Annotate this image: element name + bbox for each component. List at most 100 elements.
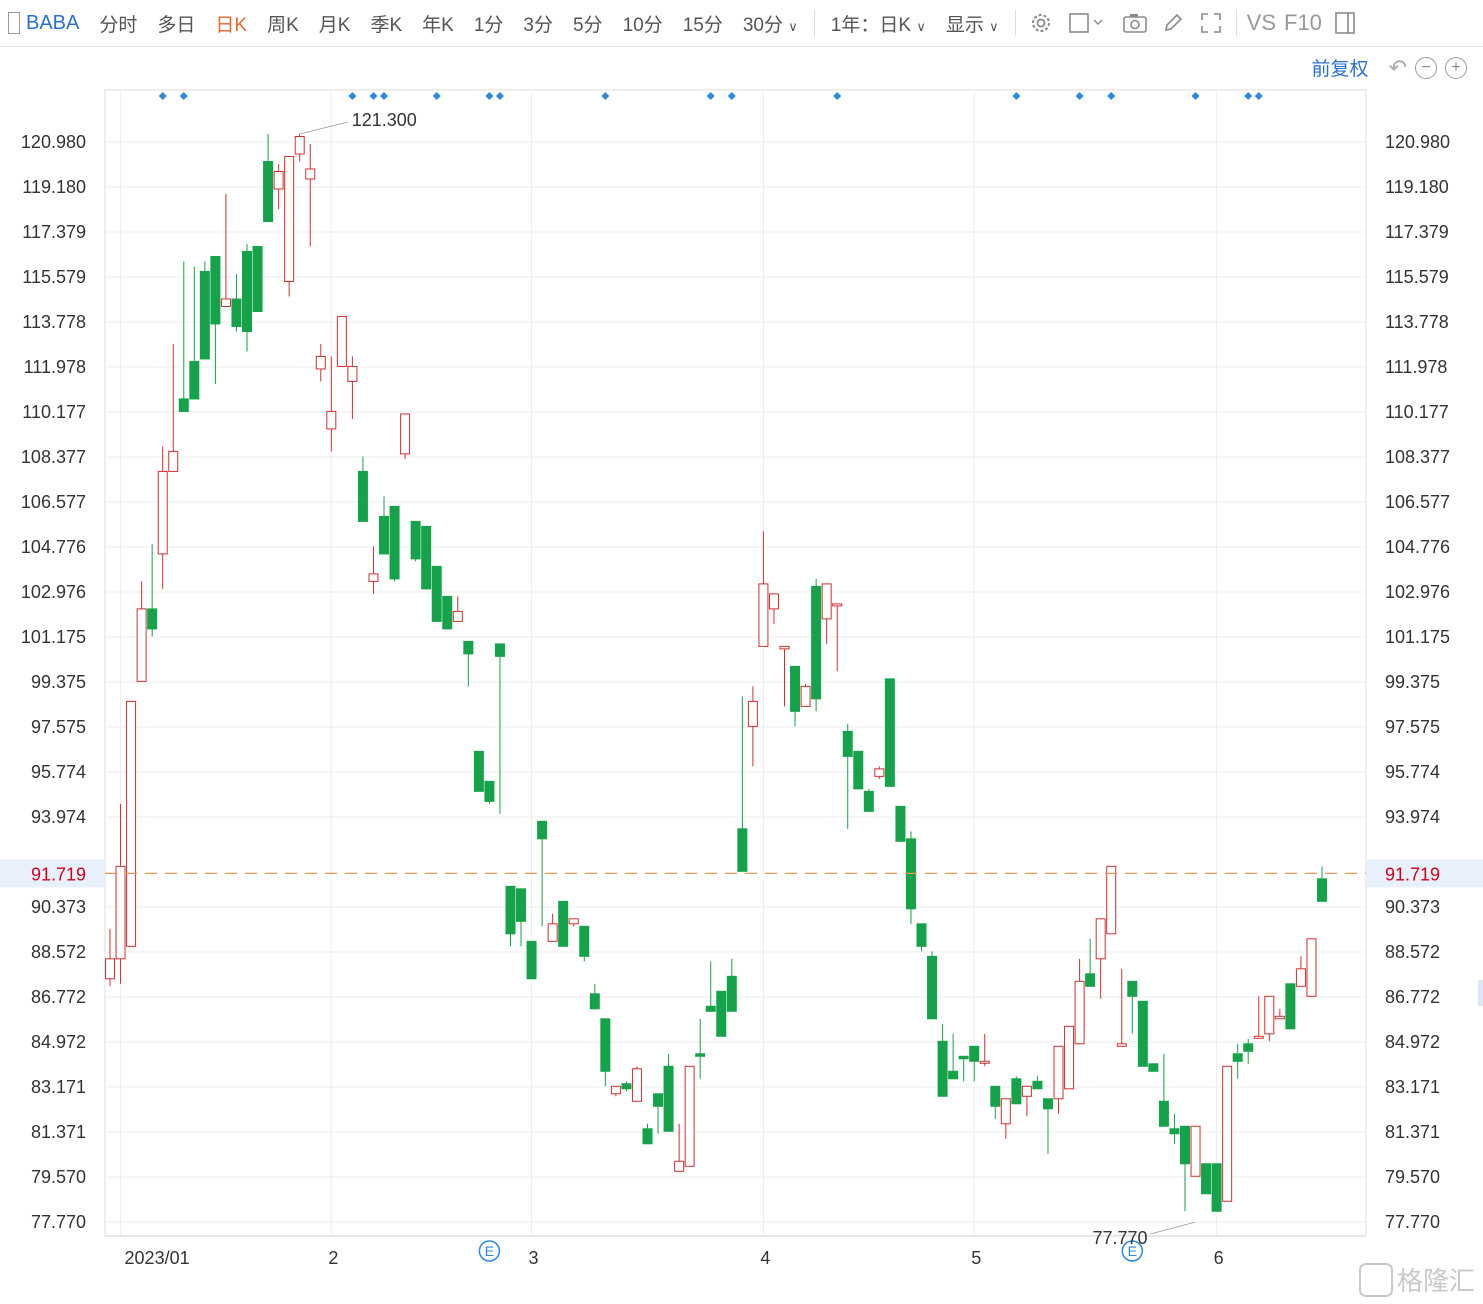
candle-body[interactable] xyxy=(411,521,420,558)
candle-body[interactable] xyxy=(632,1069,641,1101)
candle-body[interactable] xyxy=(106,959,115,979)
candle-body[interactable] xyxy=(1265,996,1274,1033)
candle-body[interactable] xyxy=(253,246,262,311)
event-marker-icon[interactable] xyxy=(348,92,356,100)
tab-12[interactable]: 15分 xyxy=(673,10,733,37)
candle-body[interactable] xyxy=(285,156,294,281)
candle-body[interactable] xyxy=(706,1006,715,1011)
candle-body[interactable] xyxy=(200,271,209,358)
candle-body[interactable] xyxy=(506,886,515,933)
candle-body[interactable] xyxy=(1212,1164,1221,1211)
candle-body[interactable] xyxy=(1065,1026,1074,1088)
candle-body[interactable] xyxy=(1244,1044,1253,1051)
candle-body[interactable] xyxy=(401,414,410,454)
candle-body[interactable] xyxy=(211,256,220,323)
event-marker-icon[interactable] xyxy=(496,92,504,100)
candle-body[interactable] xyxy=(843,731,852,756)
candle-body[interactable] xyxy=(1022,1086,1031,1096)
tab-8[interactable]: 1分 xyxy=(464,10,514,37)
candle-body[interactable] xyxy=(485,781,494,801)
candle-body[interactable] xyxy=(1307,939,1316,996)
event-marker-icon[interactable] xyxy=(369,92,377,100)
candle-body[interactable] xyxy=(1149,1064,1158,1071)
candle-body[interactable] xyxy=(1075,981,1084,1043)
candle-body[interactable] xyxy=(580,926,589,956)
candle-body[interactable] xyxy=(991,1086,1000,1106)
candle-body[interactable] xyxy=(158,471,167,553)
candle-body[interactable] xyxy=(221,299,230,306)
candle-body[interactable] xyxy=(643,1129,652,1144)
event-marker-icon[interactable] xyxy=(728,92,736,100)
candle-body[interactable] xyxy=(548,924,557,941)
event-marker-icon[interactable] xyxy=(1255,92,1263,100)
tab-5[interactable]: 月K xyxy=(309,10,361,37)
candle-body[interactable] xyxy=(833,604,842,606)
pencil-icon[interactable] xyxy=(1160,10,1186,36)
candle-body[interactable] xyxy=(243,251,252,331)
candle-body[interactable] xyxy=(938,1041,947,1096)
candle-body[interactable] xyxy=(316,356,325,368)
candle-body[interactable] xyxy=(1318,879,1327,901)
candle-body[interactable] xyxy=(517,889,526,921)
event-marker-icon[interactable] xyxy=(485,92,493,100)
candle-body[interactable] xyxy=(1286,984,1295,1029)
side-panel-handle[interactable] xyxy=(1478,980,1483,1006)
candlestick-chart[interactable]: 120.980120.980119.180119.180117.379117.3… xyxy=(0,46,1483,1304)
candle-body[interactable] xyxy=(675,1161,684,1171)
candle-body[interactable] xyxy=(169,451,178,471)
candle-body[interactable] xyxy=(717,991,726,1036)
candle-body[interactable] xyxy=(1296,969,1305,986)
event-marker-icon[interactable] xyxy=(1107,92,1115,100)
candle-body[interactable] xyxy=(295,137,304,154)
candle-body[interactable] xyxy=(696,1054,705,1056)
candle-body[interactable] xyxy=(791,666,800,711)
candle-body[interactable] xyxy=(1223,1066,1232,1201)
candle-body[interactable] xyxy=(1275,1016,1284,1018)
event-marker-icon[interactable] xyxy=(1192,92,1200,100)
event-marker-icon[interactable] xyxy=(159,92,167,100)
candle-body[interactable] xyxy=(422,526,431,588)
candle-body[interactable] xyxy=(622,1084,631,1089)
candle-body[interactable] xyxy=(780,646,789,648)
sidebar-icon[interactable] xyxy=(1332,10,1358,36)
candle-body[interactable] xyxy=(812,586,821,698)
candle-body[interactable] xyxy=(137,609,146,681)
f10-button[interactable]: F10 xyxy=(1280,10,1326,36)
event-marker-icon[interactable] xyxy=(180,92,188,100)
candle-body[interactable] xyxy=(390,506,399,578)
candle-body[interactable] xyxy=(306,169,315,179)
candle-body[interactable] xyxy=(801,686,810,706)
candle-body[interactable] xyxy=(1170,1129,1179,1134)
tab-3[interactable]: 日K xyxy=(205,10,257,37)
candle-body[interactable] xyxy=(1254,1036,1263,1038)
candle-body[interactable] xyxy=(453,611,462,621)
event-marker-icon[interactable] xyxy=(380,92,388,100)
event-marker-icon[interactable] xyxy=(1244,92,1252,100)
tab-2[interactable]: 多日 xyxy=(147,10,205,37)
candle-body[interactable] xyxy=(822,584,831,619)
panel-toggle-icon[interactable] xyxy=(8,12,20,34)
tab-1[interactable]: 分时 xyxy=(89,10,147,37)
candle-body[interactable] xyxy=(348,366,357,381)
symbol-label[interactable]: BABA xyxy=(20,12,89,35)
event-marker-icon[interactable] xyxy=(1076,92,1084,100)
candle-body[interactable] xyxy=(854,751,863,788)
candle-body[interactable] xyxy=(970,1046,979,1061)
candle-body[interactable] xyxy=(1138,1001,1147,1066)
candle-body[interactable] xyxy=(885,679,894,786)
candle-body[interactable] xyxy=(358,471,367,521)
candle-body[interactable] xyxy=(1033,1081,1042,1088)
event-marker-icon[interactable] xyxy=(707,92,715,100)
candle-body[interactable] xyxy=(1096,919,1105,959)
candle-body[interactable] xyxy=(949,1071,958,1078)
candle-body[interactable] xyxy=(759,584,768,646)
candle-body[interactable] xyxy=(559,901,568,946)
candle-body[interactable] xyxy=(917,924,926,946)
candle-body[interactable] xyxy=(443,596,452,628)
event-marker-icon[interactable] xyxy=(433,92,441,100)
event-marker-icon[interactable] xyxy=(601,92,609,100)
candle-body[interactable] xyxy=(432,566,441,621)
camera-icon[interactable] xyxy=(1122,10,1148,36)
candle-body[interactable] xyxy=(1054,1046,1063,1098)
candle-body[interactable] xyxy=(190,361,199,398)
